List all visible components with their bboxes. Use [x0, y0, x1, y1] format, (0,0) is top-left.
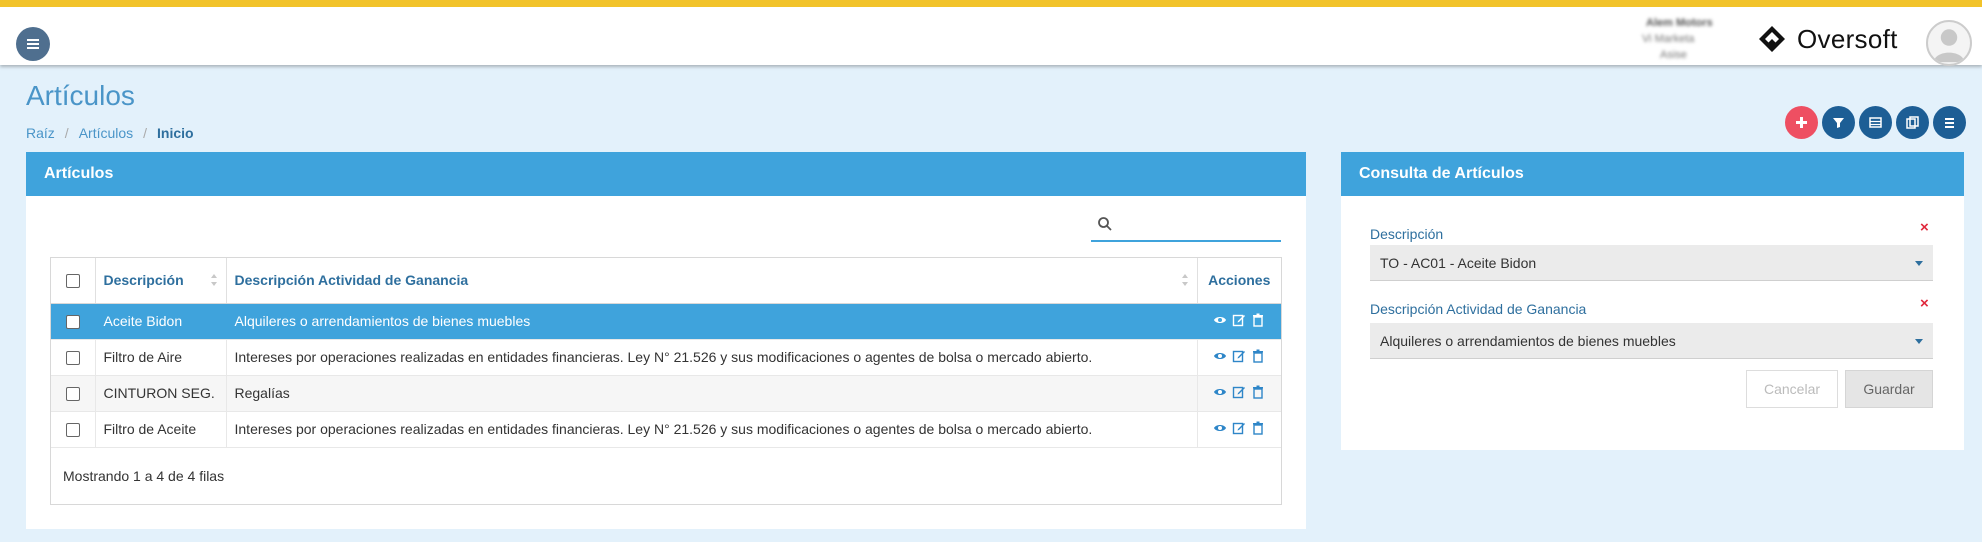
breadcrumb-separator: / [64, 125, 69, 141]
row-checkbox-cell [51, 303, 96, 340]
plus-icon [1796, 117, 1807, 128]
search-icon [1098, 217, 1112, 231]
descripcion-value: TO - AC01 - Aceite Bidon [1380, 255, 1537, 271]
list-button[interactable] [1933, 106, 1966, 139]
search-box [1091, 210, 1281, 242]
row-checkbox[interactable] [65, 351, 80, 366]
clear-descripcion-icon[interactable]: × [1920, 219, 1929, 236]
table-row[interactable]: Aceite Bidon Alquileres o arrendamientos… [51, 303, 1281, 340]
select-all-checkbox[interactable] [65, 274, 80, 289]
user-info[interactable]: Alem Motors Vi Marketa Asise [1634, 15, 1744, 67]
delete-icon[interactable] [1251, 385, 1265, 399]
filter-icon [1833, 118, 1844, 128]
actividad-label: Descripción Actividad de Ganancia [1370, 301, 1587, 317]
select-all-cell [51, 258, 96, 304]
row-checkbox[interactable] [65, 423, 80, 438]
descripcion-select[interactable]: TO - AC01 - Aceite Bidon [1370, 245, 1933, 281]
row-checkbox-cell [51, 339, 96, 376]
cancel-button[interactable]: Cancelar [1746, 370, 1838, 408]
brand-name: Oversoft [1797, 23, 1898, 54]
descripcion-label: Descripción [1370, 226, 1444, 242]
column-header-label: Descripción [103, 272, 184, 289]
cell-descripcion: CINTURON SEG. [95, 375, 227, 412]
column-header-actividad[interactable]: Descripción Actividad de Ganancia [226, 258, 1198, 304]
row-checkbox[interactable] [65, 315, 80, 330]
edit-icon[interactable] [1232, 385, 1246, 399]
row-checkbox-cell [51, 375, 96, 412]
list-icon [1945, 118, 1954, 128]
view-icon[interactable] [1213, 349, 1227, 363]
top-bar: Alem Motors Vi Marketa Asise Oversoft [0, 0, 1982, 67]
edit-icon[interactable] [1232, 313, 1246, 327]
column-header-acciones: Acciones [1197, 258, 1281, 304]
copy-button[interactable] [1896, 106, 1929, 139]
search-input[interactable] [1121, 213, 1276, 237]
cell-acciones [1197, 411, 1281, 448]
edit-icon[interactable] [1232, 421, 1246, 435]
breadcrumb-current: Inicio [157, 125, 194, 141]
breadcrumb-articles[interactable]: Artículos [79, 125, 133, 141]
sort-icon [1181, 274, 1188, 286]
sort-icon [210, 274, 217, 286]
table-row[interactable]: CINTURON SEG. Regalías [51, 375, 1281, 412]
add-button[interactable] [1785, 106, 1818, 139]
table-header-row: Descripción Descripción Actividad de Gan… [51, 258, 1281, 304]
cell-acciones [1197, 303, 1281, 340]
cell-descripcion: Filtro de Aceite [95, 411, 227, 448]
articles-table: Descripción Descripción Actividad de Gan… [50, 257, 1282, 505]
pagination-info: Mostrando 1 a 4 de 4 filas [63, 468, 225, 484]
delete-icon[interactable] [1251, 313, 1265, 327]
breadcrumb: Raíz / Artículos / Inicio [26, 125, 194, 141]
cell-acciones [1197, 339, 1281, 376]
column-header-label: Descripción Actividad de Ganancia [234, 272, 469, 289]
user-company: Vi Marketa [1642, 33, 1695, 45]
articles-panel-title: Artículos [26, 152, 1306, 196]
filter-button[interactable] [1822, 106, 1855, 139]
query-panel-title: Consulta de Artículos [1341, 152, 1964, 196]
cell-acciones [1197, 375, 1281, 412]
chevron-down-icon [1915, 339, 1923, 344]
actividad-select[interactable]: Alquileres o arrendamientos de bienes mu… [1370, 323, 1933, 359]
oversoft-logo-icon [1759, 26, 1785, 52]
hamburger-icon [27, 39, 39, 49]
brand-logo: Oversoft [1757, 21, 1898, 57]
chevron-down-icon [1915, 261, 1923, 266]
breadcrumb-root[interactable]: Raíz [26, 125, 55, 141]
toolbar-actions [1785, 106, 1966, 139]
user-avatar-icon [1933, 29, 1965, 63]
delete-icon[interactable] [1251, 349, 1265, 363]
page-title: Artículos [26, 80, 135, 111]
row-checkbox[interactable] [65, 387, 80, 402]
cell-descripcion: Filtro de Aire [95, 339, 227, 376]
save-button[interactable]: Guardar [1845, 370, 1933, 408]
user-name: Alem Motors [1646, 17, 1713, 29]
cell-actividad: Regalías [226, 375, 1198, 412]
view-icon[interactable] [1213, 385, 1227, 399]
view-icon[interactable] [1213, 421, 1227, 435]
breadcrumb-separator: / [143, 125, 148, 141]
menu-toggle-button[interactable] [16, 27, 50, 61]
user-role: Asise [1660, 49, 1687, 61]
copy-icon [1906, 116, 1919, 129]
cell-descripcion: Aceite Bidon [95, 303, 227, 340]
table-icon [1869, 117, 1882, 128]
view-icon[interactable] [1213, 313, 1227, 327]
table-row[interactable]: Filtro de Aire Intereses por operaciones… [51, 339, 1281, 376]
row-checkbox-cell [51, 411, 96, 448]
column-header-descripcion[interactable]: Descripción [95, 258, 227, 304]
delete-icon[interactable] [1251, 421, 1265, 435]
clear-actividad-icon[interactable]: × [1920, 295, 1929, 312]
avatar[interactable] [1926, 20, 1972, 66]
cell-actividad: Intereses por operaciones realizadas en … [226, 339, 1198, 376]
cell-actividad: Intereses por operaciones realizadas en … [226, 411, 1198, 448]
edit-icon[interactable] [1232, 349, 1246, 363]
actividad-value: Alquileres o arrendamientos de bienes mu… [1380, 333, 1676, 349]
table-row[interactable]: Filtro de Aceite Intereses por operacion… [51, 411, 1281, 448]
cell-actividad: Alquileres o arrendamientos de bienes mu… [226, 303, 1198, 340]
export-button[interactable] [1859, 106, 1892, 139]
